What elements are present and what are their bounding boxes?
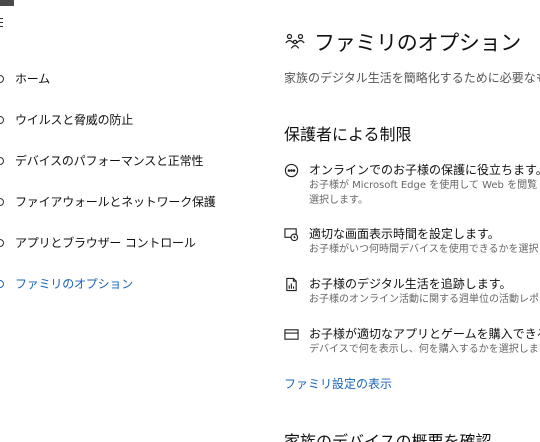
section-title: 保護者による制限 [284,125,412,144]
activity-report-icon [286,277,297,292]
shield-icon [0,115,4,124]
main-content: ファミリのオプション 家族のデジタル生活を簡略化するために必要なもの 保護者によ… [284,0,540,442]
feature-desc-line: お子様がいつ何時間デバイスを使用できるかを選択し [309,244,540,255]
feature-description: お子様がいつ何時間デバイスを使用できるかを選択し [309,242,540,257]
sidebar-item-label: ファミリのオプション [15,277,134,291]
sidebar-item-home[interactable]: ホーム [0,58,240,99]
sidebar-item-label: ファイアウォールとネットワーク保護 [15,195,216,209]
feature-title: 適切な画面表示時間を設定します。 [309,227,500,241]
sidebar-item-family[interactable]: ファミリのオプション [0,263,240,304]
sidebar-item-app-browser[interactable]: アプリとブラウザー コントロール [0,222,240,263]
family-icon [0,279,4,288]
sidebar-item-label: アプリとブラウザー コントロール [15,236,196,250]
feature-desc-line: デバイスで何を表示し、何を購入するかを選択します。 [309,344,540,355]
page-subtitle: 家族のデジタル生活を簡略化するために必要なもの [284,71,540,85]
back-button[interactable] [0,0,14,6]
page-title: ファミリのオプション [314,31,521,55]
feature-title: オンラインでのお子様の保護に役立ちます。 [309,163,540,177]
family-icon [285,33,305,49]
sidebar-item-firewall[interactable]: ファイアウォールとネットワーク保護 [0,181,240,222]
sidebar-item-virus-protection[interactable]: ウイルスと脅威の防止 [0,99,240,140]
wifi-icon [0,197,4,206]
menu-icon[interactable] [0,18,3,32]
home-icon [0,74,4,83]
smiley-icon [284,163,299,178]
feature-desc-line: お子様が Microsoft Edge を使用して Web を閲覧 [309,180,538,191]
page-header: ファミリのオプション [284,27,521,57]
sidebar-item-label: ウイルスと脅威の防止 [15,113,134,127]
sidebar-item-device-health[interactable]: デバイスのパフォーマンスと正常性 [0,140,240,181]
credit-card-icon [284,329,299,340]
heart-icon [0,156,4,165]
feature-title: お子様が適切なアプリとゲームを購入できるよ [309,327,540,341]
sidebar-item-label: デバイスのパフォーマンスと正常性 [15,154,204,168]
feature-description: お子様のオンライン活動に関する週単位の活動レポー [309,292,540,307]
feature-desc-line: 選択します。 [309,195,368,206]
section-title: 家族のデバイスの概要を確認 [284,432,492,442]
feature-title: お子様のデジタル生活を追跡します。 [309,277,512,291]
app-browser-icon [0,238,4,247]
feature-desc-line: お子様のオンライン活動に関する週単位の活動レポー [309,294,540,305]
screen-time-icon [284,228,299,242]
sidebar-item-label: ホーム [15,72,51,86]
view-family-settings-link[interactable]: ファミリ設定の表示 [284,375,392,392]
feature-description: デバイスで何を表示し、何を購入するかを選択します。 [309,342,540,357]
feature-description: お子様が Microsoft Edge を使用して Web を閲覧 選択します。 [309,178,537,208]
sidebar: ホーム ウイルスと脅威の防止 デバイスのパフォーマンスと正常性 ファイアウォール… [0,58,240,304]
